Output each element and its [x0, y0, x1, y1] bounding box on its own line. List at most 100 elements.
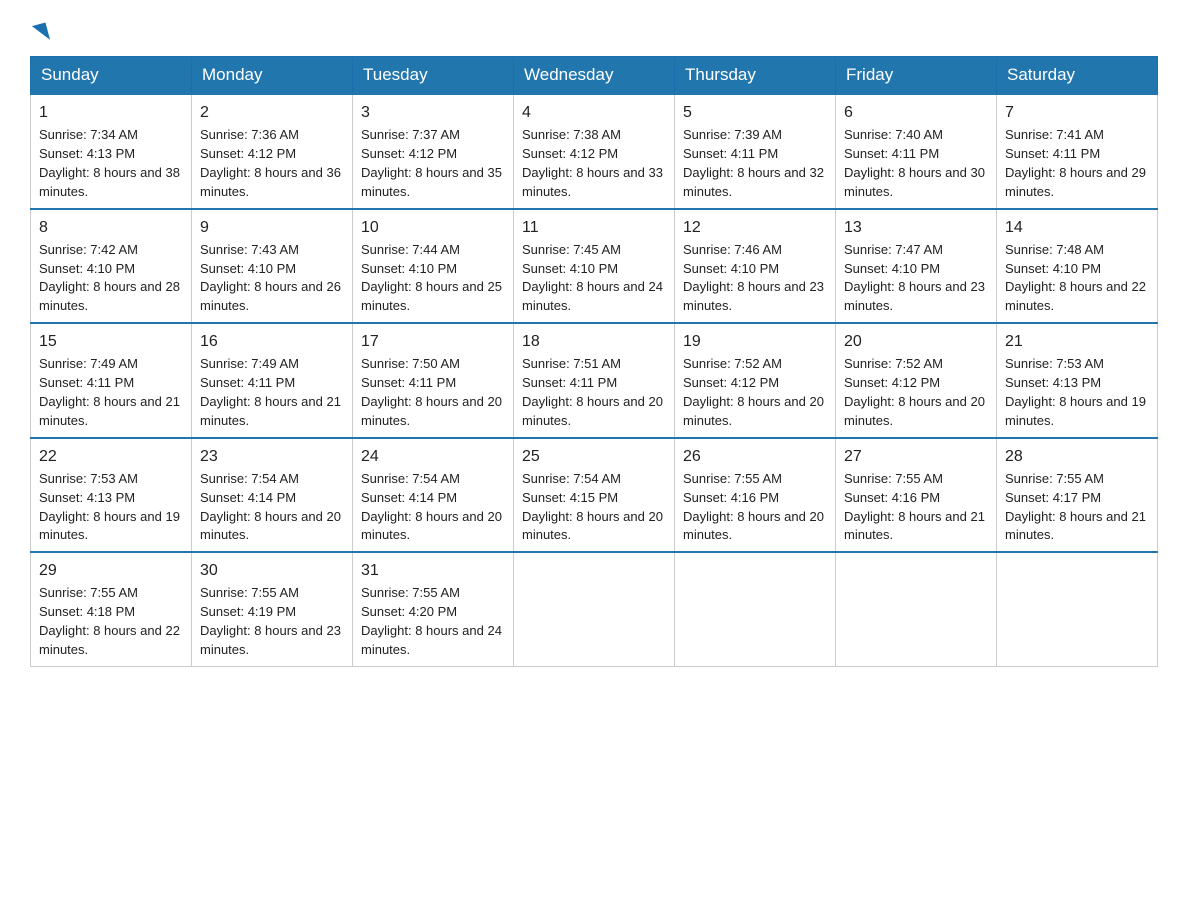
calendar-week-row: 15Sunrise: 7:49 AMSunset: 4:11 PMDayligh…	[31, 323, 1158, 438]
daylight-text: Daylight: 8 hours and 20 minutes.	[844, 394, 985, 428]
daylight-text: Daylight: 8 hours and 23 minutes.	[683, 279, 824, 313]
calendar-table: SundayMondayTuesdayWednesdayThursdayFrid…	[30, 56, 1158, 667]
sunrise-text: Sunrise: 7:50 AM	[361, 356, 460, 371]
calendar-cell: 4Sunrise: 7:38 AMSunset: 4:12 PMDaylight…	[514, 94, 675, 209]
calendar-cell: 30Sunrise: 7:55 AMSunset: 4:19 PMDayligh…	[192, 552, 353, 666]
day-number: 11	[522, 216, 666, 239]
sunrise-text: Sunrise: 7:36 AM	[200, 127, 299, 142]
sunset-text: Sunset: 4:11 PM	[1005, 146, 1100, 161]
daylight-text: Daylight: 8 hours and 21 minutes.	[1005, 509, 1146, 543]
daylight-text: Daylight: 8 hours and 21 minutes.	[844, 509, 985, 543]
daylight-text: Daylight: 8 hours and 20 minutes.	[683, 509, 824, 543]
calendar-cell: 17 Sunrise: 7:50 AM Sunset: 4:11 PM Dayligh…	[353, 323, 514, 438]
daylight-text: Daylight: 8 hours and 20 minutes.	[361, 394, 502, 428]
sunset-text: Sunset: 4:12 PM	[844, 375, 940, 390]
day-number: 9	[200, 216, 344, 239]
column-header-monday: Monday	[192, 57, 353, 95]
sunrise-text: Sunrise: 7:49 AM	[39, 356, 138, 371]
sunrise-text: Sunrise: 7:39 AM	[683, 127, 782, 142]
day-number: 5	[683, 101, 827, 124]
calendar-cell: 11Sunrise: 7:45 AMSunset: 4:10 PMDayligh…	[514, 209, 675, 324]
daylight-text: Daylight: 8 hours and 20 minutes.	[200, 509, 341, 543]
sunrise-text: Sunrise: 7:49 AM	[200, 356, 299, 371]
sunset-text: Sunset: 4:13 PM	[1005, 375, 1101, 390]
calendar-cell: 29Sunrise: 7:55 AMSunset: 4:18 PMDayligh…	[31, 552, 192, 666]
calendar-cell: 14Sunrise: 7:48 AMSunset: 4:10 PMDayligh…	[997, 209, 1158, 324]
calendar-cell: 12Sunrise: 7:46 AMSunset: 4:10 PMDayligh…	[675, 209, 836, 324]
sunset-text: Sunset: 4:11 PM	[200, 375, 295, 390]
sunset-text: Sunset: 4:11 PM	[361, 375, 456, 390]
sunrise-text: Sunrise: 7:34 AM	[39, 127, 138, 142]
sunset-text: Sunset: 4:11 PM	[39, 375, 134, 390]
sunset-text: Sunset: 4:10 PM	[361, 261, 457, 276]
column-header-sunday: Sunday	[31, 57, 192, 95]
sunrise-text: Sunrise: 7:54 AM	[200, 471, 299, 486]
daylight-text: Daylight: 8 hours and 33 minutes.	[522, 165, 663, 199]
logo	[30, 24, 48, 42]
sunset-text: Sunset: 4:10 PM	[844, 261, 940, 276]
sunset-text: Sunset: 4:12 PM	[361, 146, 457, 161]
calendar-cell: 6Sunrise: 7:40 AMSunset: 4:11 PMDaylight…	[836, 94, 997, 209]
sunset-text: Sunset: 4:15 PM	[522, 490, 618, 505]
calendar-cell: 31Sunrise: 7:55 AMSunset: 4:20 PMDayligh…	[353, 552, 514, 666]
daylight-text: Daylight: 8 hours and 23 minutes.	[200, 623, 341, 657]
calendar-header-row: SundayMondayTuesdayWednesdayThursdayFrid…	[31, 57, 1158, 95]
daylight-text: Daylight: 8 hours and 25 minutes.	[361, 279, 502, 313]
calendar-cell: 2Sunrise: 7:36 AMSunset: 4:12 PMDaylight…	[192, 94, 353, 209]
day-number: 7	[1005, 101, 1149, 124]
calendar-cell: 23Sunrise: 7:54 AMSunset: 4:14 PMDayligh…	[192, 438, 353, 553]
day-number: 31	[361, 559, 505, 582]
daylight-text: Daylight: 8 hours and 20 minutes.	[683, 394, 824, 428]
calendar-cell: 28Sunrise: 7:55 AMSunset: 4:17 PMDayligh…	[997, 438, 1158, 553]
day-number: 2	[200, 101, 344, 124]
calendar-cell: 27Sunrise: 7:55 AMSunset: 4:16 PMDayligh…	[836, 438, 997, 553]
daylight-text: Daylight: 8 hours and 19 minutes.	[1005, 394, 1146, 428]
column-header-tuesday: Tuesday	[353, 57, 514, 95]
daylight-text: Daylight: 8 hours and 21 minutes.	[200, 394, 341, 428]
sunrise-text: Sunrise: 7:45 AM	[522, 242, 621, 257]
day-number: 30	[200, 559, 344, 582]
day-number: 4	[522, 101, 666, 124]
calendar-cell	[675, 552, 836, 666]
calendar-week-row: 22Sunrise: 7:53 AMSunset: 4:13 PMDayligh…	[31, 438, 1158, 553]
sunset-text: Sunset: 4:16 PM	[844, 490, 940, 505]
daylight-text: Daylight: 8 hours and 29 minutes.	[1005, 165, 1146, 199]
day-number: 25	[522, 445, 666, 468]
sunrise-text: Sunrise: 7:38 AM	[522, 127, 621, 142]
sunrise-text: Sunrise: 7:41 AM	[1005, 127, 1104, 142]
daylight-text: Daylight: 8 hours and 32 minutes.	[683, 165, 824, 199]
sunrise-text: Sunrise: 7:52 AM	[844, 356, 943, 371]
daylight-text: Daylight: 8 hours and 21 minutes.	[39, 394, 180, 428]
day-number: 17	[361, 330, 505, 353]
calendar-cell	[836, 552, 997, 666]
logo-blue-text	[30, 24, 48, 42]
sunrise-text: Sunrise: 7:43 AM	[200, 242, 299, 257]
sunrise-text: Sunrise: 7:54 AM	[361, 471, 460, 486]
daylight-text: Daylight: 8 hours and 26 minutes.	[200, 279, 341, 313]
daylight-text: Daylight: 8 hours and 30 minutes.	[844, 165, 985, 199]
day-number: 23	[200, 445, 344, 468]
daylight-text: Daylight: 8 hours and 23 minutes.	[844, 279, 985, 313]
day-number: 14	[1005, 216, 1149, 239]
sunrise-text: Sunrise: 7:55 AM	[844, 471, 943, 486]
calendar-cell: 25Sunrise: 7:54 AMSunset: 4:15 PMDayligh…	[514, 438, 675, 553]
sunrise-text: Sunrise: 7:55 AM	[200, 585, 299, 600]
calendar-cell	[997, 552, 1158, 666]
calendar-cell: 13Sunrise: 7:47 AMSunset: 4:10 PMDayligh…	[836, 209, 997, 324]
column-header-saturday: Saturday	[997, 57, 1158, 95]
calendar-cell: 9Sunrise: 7:43 AMSunset: 4:10 PMDaylight…	[192, 209, 353, 324]
sunrise-text: Sunrise: 7:51 AM	[522, 356, 621, 371]
sunset-text: Sunset: 4:11 PM	[844, 146, 939, 161]
day-number: 13	[844, 216, 988, 239]
calendar-cell: 8Sunrise: 7:42 AMSunset: 4:10 PMDaylight…	[31, 209, 192, 324]
column-header-thursday: Thursday	[675, 57, 836, 95]
sunset-text: Sunset: 4:10 PM	[1005, 261, 1101, 276]
day-number: 3	[361, 101, 505, 124]
daylight-text: Daylight: 8 hours and 24 minutes.	[522, 279, 663, 313]
day-number: 26	[683, 445, 827, 468]
sunset-text: Sunset: 4:18 PM	[39, 604, 135, 619]
sunset-text: Sunset: 4:10 PM	[683, 261, 779, 276]
sunrise-text: Sunrise: 7:44 AM	[361, 242, 460, 257]
daylight-text: Daylight: 8 hours and 24 minutes.	[361, 623, 502, 657]
calendar-cell: 18Sunrise: 7:51 AMSunset: 4:11 PMDayligh…	[514, 323, 675, 438]
